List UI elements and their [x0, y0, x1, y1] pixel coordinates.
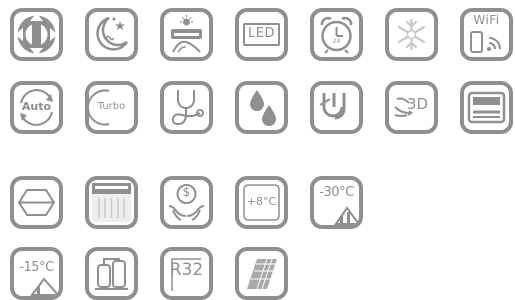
low-noise-icon	[310, 81, 363, 134]
self-cleaning-icon	[160, 8, 213, 61]
four-way-airflow-icon	[10, 8, 63, 61]
hexagon-filter-icon	[10, 176, 63, 229]
minus-15c-operation-icon: -15°C	[10, 247, 63, 300]
led-label: LED	[248, 26, 275, 41]
minus30c-label: -30°C	[319, 185, 354, 200]
timer-24-label: 24	[332, 38, 341, 45]
dehumidify-icon	[235, 81, 288, 134]
auto-label: Auto	[21, 100, 52, 113]
r32-label: R32	[169, 260, 204, 280]
minus15c-label: -15°C	[19, 260, 54, 275]
wifi-control-icon: WiFi	[460, 8, 513, 61]
minus-30c-operation-icon: -30°C	[310, 176, 363, 229]
timer-24h-icon: 24	[310, 8, 363, 61]
self-diagnosis-icon	[160, 81, 213, 134]
heating-8c-icon: +8°C	[235, 176, 288, 229]
energy-saving-icon: $	[160, 176, 213, 229]
3d-airflow-icon: 3D	[385, 81, 438, 134]
dollar-label: $	[182, 185, 191, 199]
gold-fin-icon	[85, 176, 138, 229]
anti-freeze-icon	[385, 8, 438, 61]
r32-refrigerant-icon: R32	[160, 247, 213, 300]
compressor-icon	[85, 247, 138, 300]
golden-fin-coating-icon	[235, 247, 288, 300]
turbo-mode-icon: Turbo	[85, 81, 138, 134]
indoor-unit-icon	[460, 81, 513, 134]
sleep-mode-icon	[85, 8, 138, 61]
wifi-label: WiFi	[473, 13, 500, 27]
led-display-icon: LED	[235, 8, 288, 61]
auto-mode-icon: Auto	[10, 81, 63, 134]
3d-label: 3D	[406, 95, 429, 113]
plus8c-label: +8°C	[246, 195, 277, 208]
turbo-label: Turbo	[97, 101, 126, 112]
